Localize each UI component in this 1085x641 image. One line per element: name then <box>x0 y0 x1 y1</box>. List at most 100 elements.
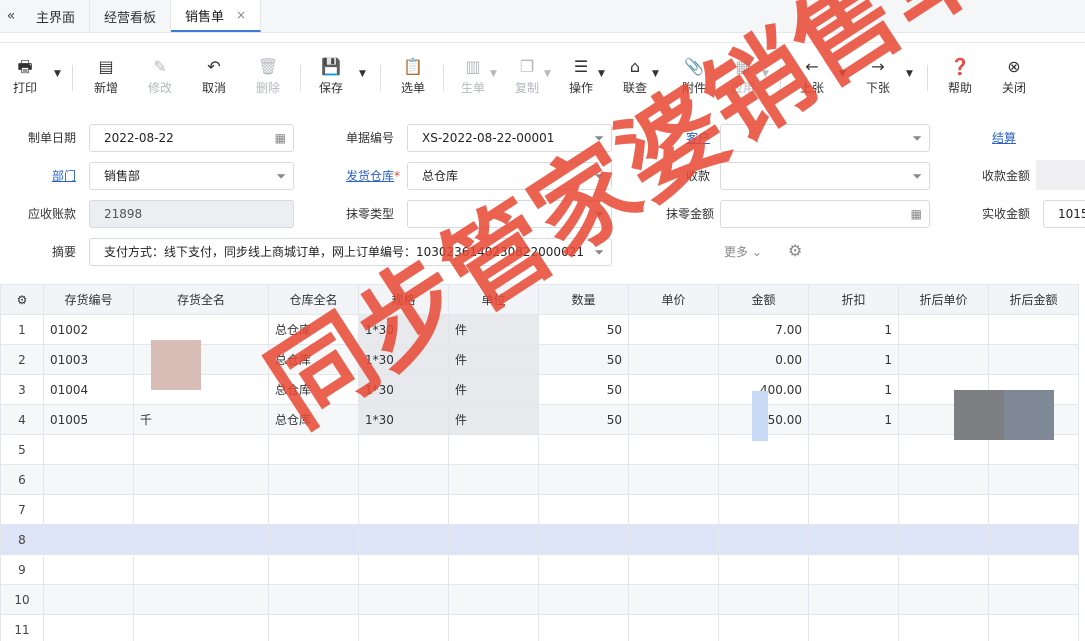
column-header[interactable]: 折后金额 <box>988 284 1079 315</box>
cell-discount[interactable]: 1 <box>808 314 899 345</box>
cell-dprice[interactable] <box>898 464 989 495</box>
filter-icon[interactable]: ⏷ <box>594 239 604 265</box>
cell-price[interactable] <box>628 494 719 525</box>
cell-dprice[interactable] <box>898 314 989 345</box>
cell-spec[interactable] <box>358 524 449 555</box>
cell-code[interactable] <box>43 434 134 465</box>
close-button[interactable]: ⊗ 关闭 <box>989 57 1039 96</box>
chevron-down-icon[interactable]: ▼ <box>490 69 497 79</box>
cell-unit[interactable] <box>448 494 539 525</box>
cell-unit[interactable]: 件 <box>448 404 539 435</box>
cell-unit[interactable]: 件 <box>448 374 539 405</box>
apply-button[interactable]: ▦ 应用 <box>718 57 768 96</box>
calculator-icon[interactable]: ▦ <box>911 201 922 227</box>
customer-field[interactable]: ⏷ <box>720 124 930 152</box>
cell-price[interactable] <box>628 524 719 555</box>
customer-label[interactable]: 客户 <box>640 125 710 151</box>
cell-warehouse[interactable]: 总仓库 <box>268 374 359 405</box>
cell-unit[interactable] <box>448 554 539 585</box>
column-header[interactable]: 规格 <box>358 284 449 315</box>
edit-button[interactable]: ✎ 修改 <box>135 57 185 96</box>
cell-code[interactable] <box>43 494 134 525</box>
cell-unit[interactable]: 件 <box>448 314 539 345</box>
table-row[interactable]: 6 <box>0 464 1079 495</box>
cell-warehouse[interactable] <box>268 584 359 615</box>
cell-qty[interactable] <box>538 434 629 465</box>
help-button[interactable]: ❓ 帮助 <box>935 57 985 96</box>
cell-name[interactable] <box>133 434 269 465</box>
cell-name[interactable] <box>133 614 269 641</box>
chevron-down-icon[interactable]: ▼ <box>906 69 913 79</box>
column-header[interactable]: 折后单价 <box>898 284 989 315</box>
tab-sales-order[interactable]: 销售单 × <box>171 0 262 32</box>
cell-discount[interactable] <box>808 434 899 465</box>
prev-button[interactable]: ← 上张 <box>787 57 837 96</box>
chevron-down-icon[interactable]: ▼ <box>598 69 605 79</box>
cell-qty[interactable] <box>538 494 629 525</box>
cell-name[interactable] <box>133 554 269 585</box>
cell-code[interactable]: 01005 <box>43 404 134 435</box>
gear-icon[interactable]: ⚙ <box>0 284 44 315</box>
cell-qty[interactable]: 50 <box>538 314 629 345</box>
cell-damount[interactable] <box>988 344 1079 375</box>
cell-price[interactable] <box>628 554 719 585</box>
cell-discount[interactable]: 1 <box>808 374 899 405</box>
cell-price[interactable] <box>628 584 719 615</box>
table-row[interactable]: 8 <box>0 524 1079 555</box>
column-header[interactable]: 单价 <box>628 284 719 315</box>
cell-damount[interactable] <box>988 614 1079 641</box>
cell-warehouse[interactable] <box>268 524 359 555</box>
cell-name[interactable] <box>133 524 269 555</box>
cell-price[interactable] <box>628 374 719 405</box>
column-header[interactable]: 存货编号 <box>43 284 134 315</box>
cell-qty[interactable] <box>538 464 629 495</box>
cell-discount[interactable] <box>808 554 899 585</box>
cell-price[interactable] <box>628 464 719 495</box>
cell-price[interactable] <box>628 314 719 345</box>
add-button[interactable]: ▤ 新增 <box>81 57 131 96</box>
cell-dprice[interactable] <box>898 524 989 555</box>
column-header[interactable]: 存货全名 <box>133 284 269 315</box>
cell-qty[interactable] <box>538 554 629 585</box>
chevron-down-icon[interactable]: ▼ <box>359 69 366 79</box>
order-date-field[interactable]: 2022-08-22 ▦ <box>89 124 294 152</box>
attachment-button[interactable]: 📎 附件 <box>669 57 719 96</box>
cell-damount[interactable] <box>988 464 1079 495</box>
cell-name[interactable] <box>133 494 269 525</box>
cell-discount[interactable] <box>808 524 899 555</box>
cell-warehouse[interactable] <box>268 614 359 641</box>
cell-spec[interactable] <box>358 464 449 495</box>
doc-no-field[interactable]: XS-2022-08-22-00001 ⏷ <box>407 124 612 152</box>
cell-warehouse[interactable]: 总仓库 <box>268 314 359 345</box>
cell-code[interactable]: 01003 <box>43 344 134 375</box>
filter-icon[interactable]: ⏷ <box>594 201 604 227</box>
calendar-icon[interactable]: ▦ <box>275 125 286 151</box>
cell-unit[interactable] <box>448 464 539 495</box>
cell-spec[interactable] <box>358 554 449 585</box>
save-button[interactable]: 💾 保存 <box>306 57 356 96</box>
tab-home[interactable]: 主界面 <box>22 0 91 32</box>
cell-code[interactable] <box>43 524 134 555</box>
cell-discount[interactable] <box>808 584 899 615</box>
cell-qty[interactable]: 50 <box>538 374 629 405</box>
column-header[interactable]: 单位 <box>448 284 539 315</box>
cell-amount[interactable]: 7.00 <box>718 314 809 345</box>
receive-account-field[interactable]: ⏷ <box>720 162 930 190</box>
cell-spec[interactable] <box>358 614 449 641</box>
chevron-double-left-icon[interactable]: « <box>0 0 22 32</box>
column-header[interactable]: 折扣 <box>808 284 899 315</box>
tab-dashboard[interactable]: 经营看板 <box>90 0 172 32</box>
delete-button[interactable]: 🗑 删除 <box>243 57 293 96</box>
table-row[interactable]: 11 <box>0 614 1079 641</box>
cell-amount[interactable] <box>718 464 809 495</box>
rounding-type-field[interactable]: ⏷ <box>407 200 612 228</box>
chevron-down-icon[interactable]: ▼ <box>54 69 61 79</box>
cell-unit[interactable] <box>448 584 539 615</box>
cell-code[interactable]: 01002 <box>43 314 134 345</box>
cell-spec[interactable] <box>358 434 449 465</box>
cell-amount[interactable] <box>718 494 809 525</box>
cell-name[interactable] <box>133 584 269 615</box>
cell-amount[interactable] <box>718 584 809 615</box>
cell-warehouse[interactable] <box>268 494 359 525</box>
cell-code[interactable] <box>43 584 134 615</box>
